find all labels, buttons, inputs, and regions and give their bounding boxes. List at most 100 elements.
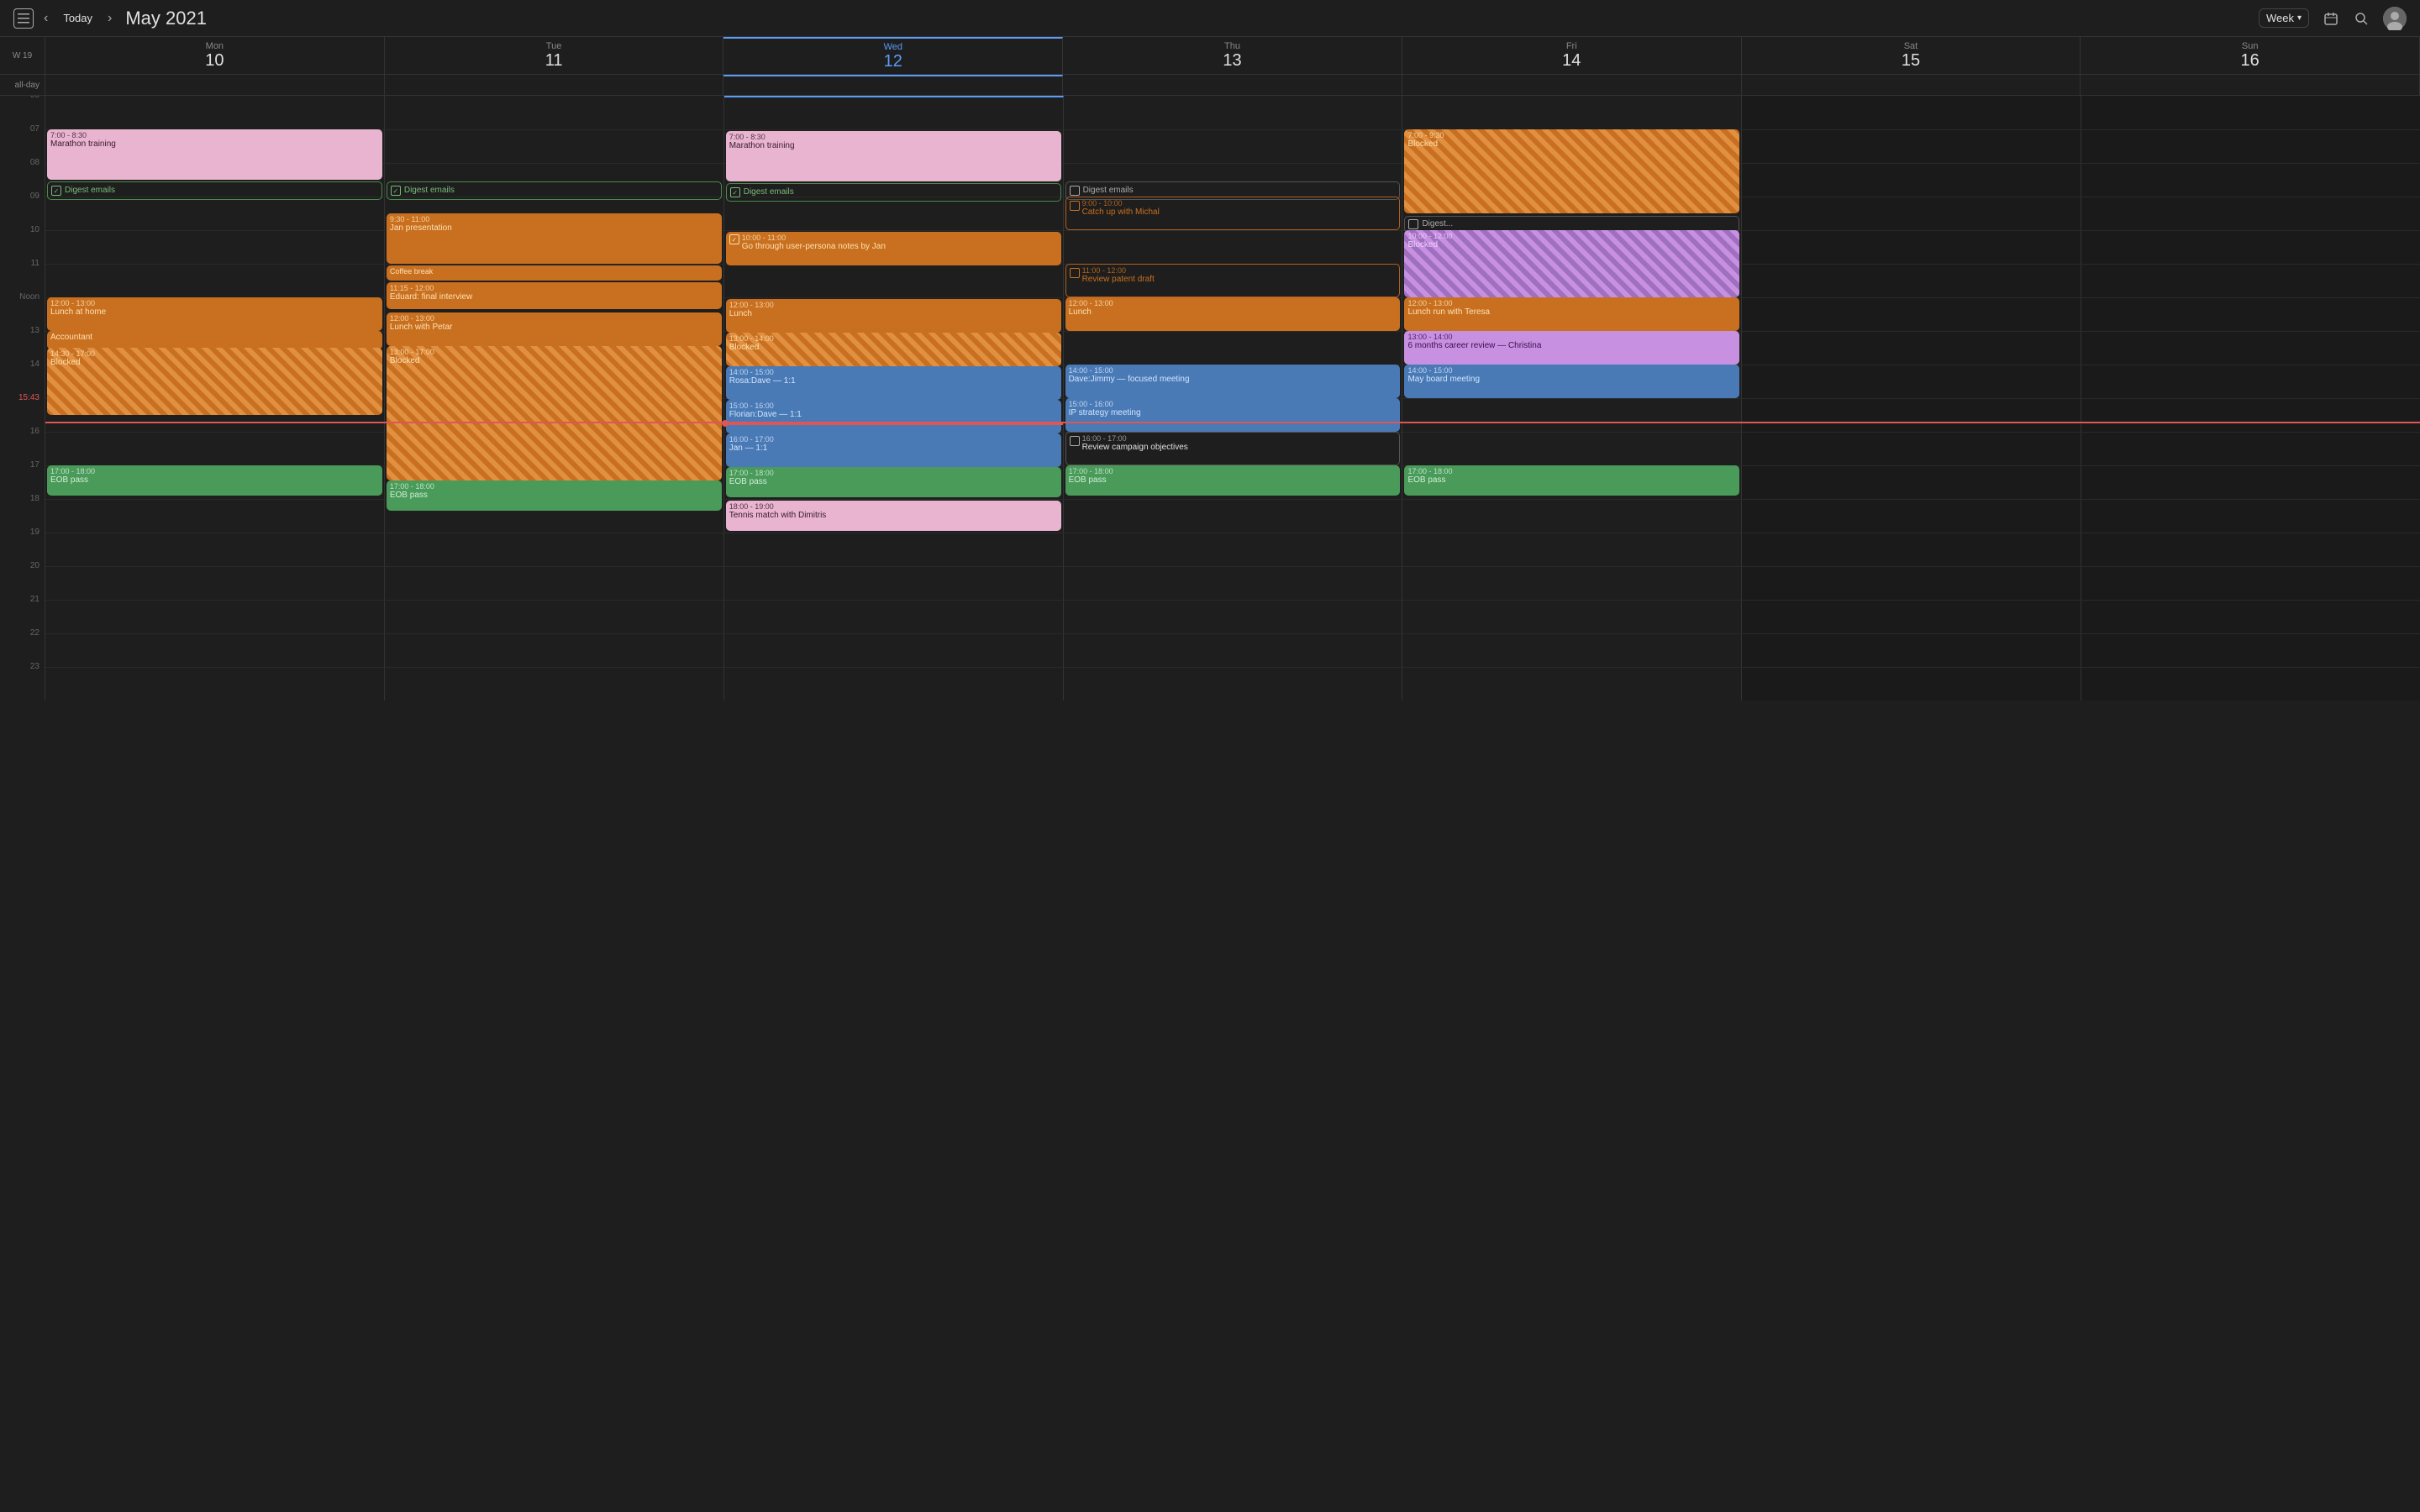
event-tue-eob[interactable]: 17:00 - 18:00 EOB pass xyxy=(387,480,722,511)
hour-23: 23 xyxy=(0,667,45,701)
event-tue-lunch[interactable]: 12:00 - 13:00 Lunch with Petar xyxy=(387,312,722,346)
event-tue-blocked[interactable]: 13:00 - 17:00 Blocked xyxy=(387,346,722,480)
event-title: Jan — 1:1 xyxy=(729,444,1058,454)
day-header-row: W 19 Mon 10 Tue 11 Wed 12 Thu 13 Fri 14 … xyxy=(0,37,2420,75)
view-label: Week xyxy=(2266,12,2294,24)
event-time: 16:00 - 17:00 xyxy=(729,435,1058,444)
calendar-header: ‹ Today › May 2021 Week ▾ xyxy=(0,0,2420,37)
event-wed-jan-11[interactable]: 16:00 - 17:00 Jan — 1:1 xyxy=(726,433,1061,467)
event-fri-career-review[interactable]: 13:00 - 14:00 6 months career review — C… xyxy=(1404,331,1739,365)
event-title: Rosa:Dave — 1:1 xyxy=(729,376,1058,386)
search-icon[interactable] xyxy=(2353,10,2370,27)
today-button[interactable]: Today xyxy=(58,10,97,26)
view-selector[interactable]: Week ▾ xyxy=(2259,8,2309,28)
allday-sat[interactable] xyxy=(1742,75,2081,95)
day-header-tue[interactable]: Tue 11 xyxy=(385,37,724,74)
allday-fri[interactable] xyxy=(1402,75,1742,95)
event-tue-digest[interactable]: ✓ Digest emails xyxy=(387,181,722,200)
day-col-thu[interactable]: Digest emails 9:00 - 10:00 Catch up with… xyxy=(1064,96,1403,701)
day-col-wed[interactable]: 7:00 - 8:30 Marathon training ✓ Digest e… xyxy=(724,96,1064,701)
event-title: Lunch with Petar xyxy=(390,323,718,333)
event-wed-tennis[interactable]: 18:00 - 19:00 Tennis match with Dimitris xyxy=(726,501,1061,531)
allday-thu[interactable] xyxy=(1063,75,1402,95)
day-col-sun[interactable] xyxy=(2081,96,2420,701)
event-thu-eob[interactable]: 17:00 - 18:00 EOB pass xyxy=(1065,465,1401,496)
event-wed-florian-dave[interactable]: 15:00 - 16:00 Florian:Dave — 1:1 xyxy=(726,400,1061,433)
day-header-wed[interactable]: Wed 12 xyxy=(723,37,1063,74)
allday-wed[interactable] xyxy=(723,75,1063,95)
event-tue-jan-pres[interactable]: 9:30 - 11:00 Jan presentation xyxy=(387,213,722,264)
event-mon-blocked[interactable]: 14:30 - 17:00 Blocked xyxy=(47,348,382,415)
time-grid-scroll[interactable]: 06 07 08 09 10 11 Noon 13 14 15:43 16 17… xyxy=(0,96,2420,1512)
day-columns: 7:00 - 8:30 Marathon training ✓ Digest e… xyxy=(45,96,2420,701)
event-title: Lunch run with Teresa xyxy=(1407,307,1736,318)
calendar-icon[interactable] xyxy=(2323,10,2339,27)
event-title: Blocked xyxy=(50,358,379,368)
checkbox-checked: ✓ xyxy=(729,234,739,244)
event-wed-marathon[interactable]: 7:00 - 8:30 Marathon training xyxy=(726,131,1061,181)
event-thu-ip-strategy[interactable]: 15:00 - 16:00 IP strategy meeting xyxy=(1065,398,1401,432)
event-time: 12:00 - 13:00 xyxy=(50,299,379,307)
event-title: Blocked xyxy=(390,356,718,366)
nav-next-button[interactable]: › xyxy=(104,8,115,29)
event-time: 9:30 - 11:00 xyxy=(390,215,718,223)
event-thu-dave-jimmy[interactable]: 14:00 - 15:00 Dave:Jimmy — focused meeti… xyxy=(1065,365,1401,398)
allday-tue[interactable] xyxy=(385,75,724,95)
event-mon-lunch[interactable]: 12:00 - 13:00 Lunch at home xyxy=(47,297,382,331)
day-col-sat[interactable] xyxy=(1742,96,2081,701)
event-wed-lunch[interactable]: 12:00 - 13:00 Lunch xyxy=(726,299,1061,333)
day-header-sun[interactable]: Sun 16 xyxy=(2081,37,2420,74)
event-wed-digest[interactable]: ✓ Digest emails xyxy=(726,183,1061,202)
event-time: 18:00 - 19:00 xyxy=(729,502,1058,511)
event-time: 12:00 - 13:00 xyxy=(390,314,718,323)
event-title: Lunch xyxy=(1069,307,1397,318)
event-thu-review-campaign[interactable]: 16:00 - 17:00 Review campaign objectives xyxy=(1065,432,1401,465)
event-mon-accountant[interactable]: Accountant xyxy=(47,331,382,349)
event-time: 10:00 - 12:00 xyxy=(1407,232,1736,240)
event-wed-eob[interactable]: 17:00 - 18:00 EOB pass xyxy=(726,467,1061,497)
day-header-fri[interactable]: Fri 14 xyxy=(1402,37,1742,74)
time-labels: 06 07 08 09 10 11 Noon 13 14 15:43 16 17… xyxy=(0,96,45,701)
day-col-fri[interactable]: 7:00 - 9:30 Blocked Digest... 10:00 - 12… xyxy=(1402,96,1742,701)
event-title: Review campaign objectives xyxy=(1082,443,1188,453)
day-col-tue[interactable]: ✓ Digest emails 9:30 - 11:00 Jan present… xyxy=(385,96,724,701)
checkbox-empty xyxy=(1070,201,1080,211)
allday-mon[interactable] xyxy=(45,75,385,95)
event-wed-rosa-dave[interactable]: 14:00 - 15:00 Rosa:Dave — 1:1 xyxy=(726,366,1061,400)
event-mon-digest[interactable]: ✓ Digest emails xyxy=(47,181,382,200)
sidebar-toggle-button[interactable] xyxy=(13,8,34,29)
event-thu-lunch[interactable]: 12:00 - 13:00 Lunch xyxy=(1065,297,1401,331)
event-time: 12:00 - 13:00 xyxy=(1069,299,1397,307)
event-title: EOB pass xyxy=(729,477,1058,487)
event-title: Blocked xyxy=(1407,139,1736,150)
event-thu-michal[interactable]: 9:00 - 10:00 Catch up with Michal xyxy=(1065,197,1401,230)
allday-sun[interactable] xyxy=(2081,75,2420,95)
event-title: Marathon training xyxy=(729,141,1058,151)
event-tue-coffee[interactable]: Coffee break xyxy=(387,265,722,281)
user-avatar[interactable] xyxy=(2383,7,2407,30)
event-wed-user-persona[interactable]: ✓ 10:00 - 11:00 Go through user-persona … xyxy=(726,232,1061,265)
checkbox-empty xyxy=(1070,186,1080,196)
event-thu-patent[interactable]: 11:00 - 12:00 Review patent draft xyxy=(1065,264,1401,297)
header-right: Week ▾ xyxy=(2259,7,2407,30)
event-fri-blocked-purple[interactable]: 10:00 - 12:00 Blocked xyxy=(1404,230,1739,297)
event-time: 12:00 - 13:00 xyxy=(1407,299,1736,307)
event-fri-blocked-morning[interactable]: 7:00 - 9:30 Blocked xyxy=(1404,129,1739,213)
event-wed-blocked[interactable]: 13:00 - 14:00 Blocked xyxy=(726,333,1061,366)
event-mon-marathon[interactable]: 7:00 - 8:30 Marathon training xyxy=(47,129,382,180)
event-tue-eduard[interactable]: 11:15 - 12:00 Eduard: final interview xyxy=(387,282,722,309)
event-fri-eob[interactable]: 17:00 - 18:00 EOB pass xyxy=(1404,465,1739,496)
day-col-mon[interactable]: 7:00 - 8:30 Marathon training ✓ Digest e… xyxy=(45,96,385,701)
checkbox-checked: ✓ xyxy=(391,186,401,196)
day-header-sat[interactable]: Sat 15 xyxy=(1742,37,2081,74)
event-title: Coffee break xyxy=(390,267,718,276)
event-fri-board-meeting[interactable]: 14:00 - 15:00 May board meeting xyxy=(1404,365,1739,398)
event-title: Marathon training xyxy=(50,139,379,150)
event-mon-eob[interactable]: 17:00 - 18:00 EOB pass xyxy=(47,465,382,496)
event-fri-lunch-teresa[interactable]: 12:00 - 13:00 Lunch run with Teresa xyxy=(1404,297,1739,331)
day-header-mon[interactable]: Mon 10 xyxy=(45,37,385,74)
event-title: Digest emails xyxy=(744,187,794,197)
event-title: Tennis match with Dimitris xyxy=(729,511,1058,521)
nav-prev-button[interactable]: ‹ xyxy=(40,8,51,29)
day-header-thu[interactable]: Thu 13 xyxy=(1063,37,1402,74)
